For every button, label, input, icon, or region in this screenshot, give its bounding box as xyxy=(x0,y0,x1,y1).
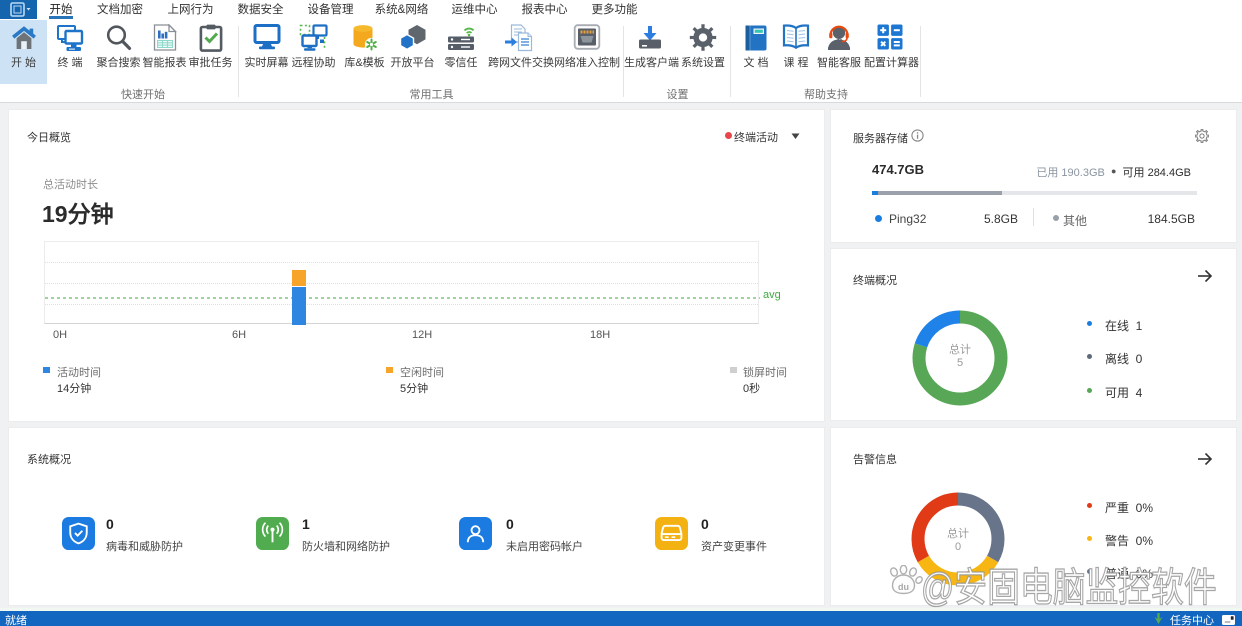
svg-text:du: du xyxy=(898,582,909,592)
